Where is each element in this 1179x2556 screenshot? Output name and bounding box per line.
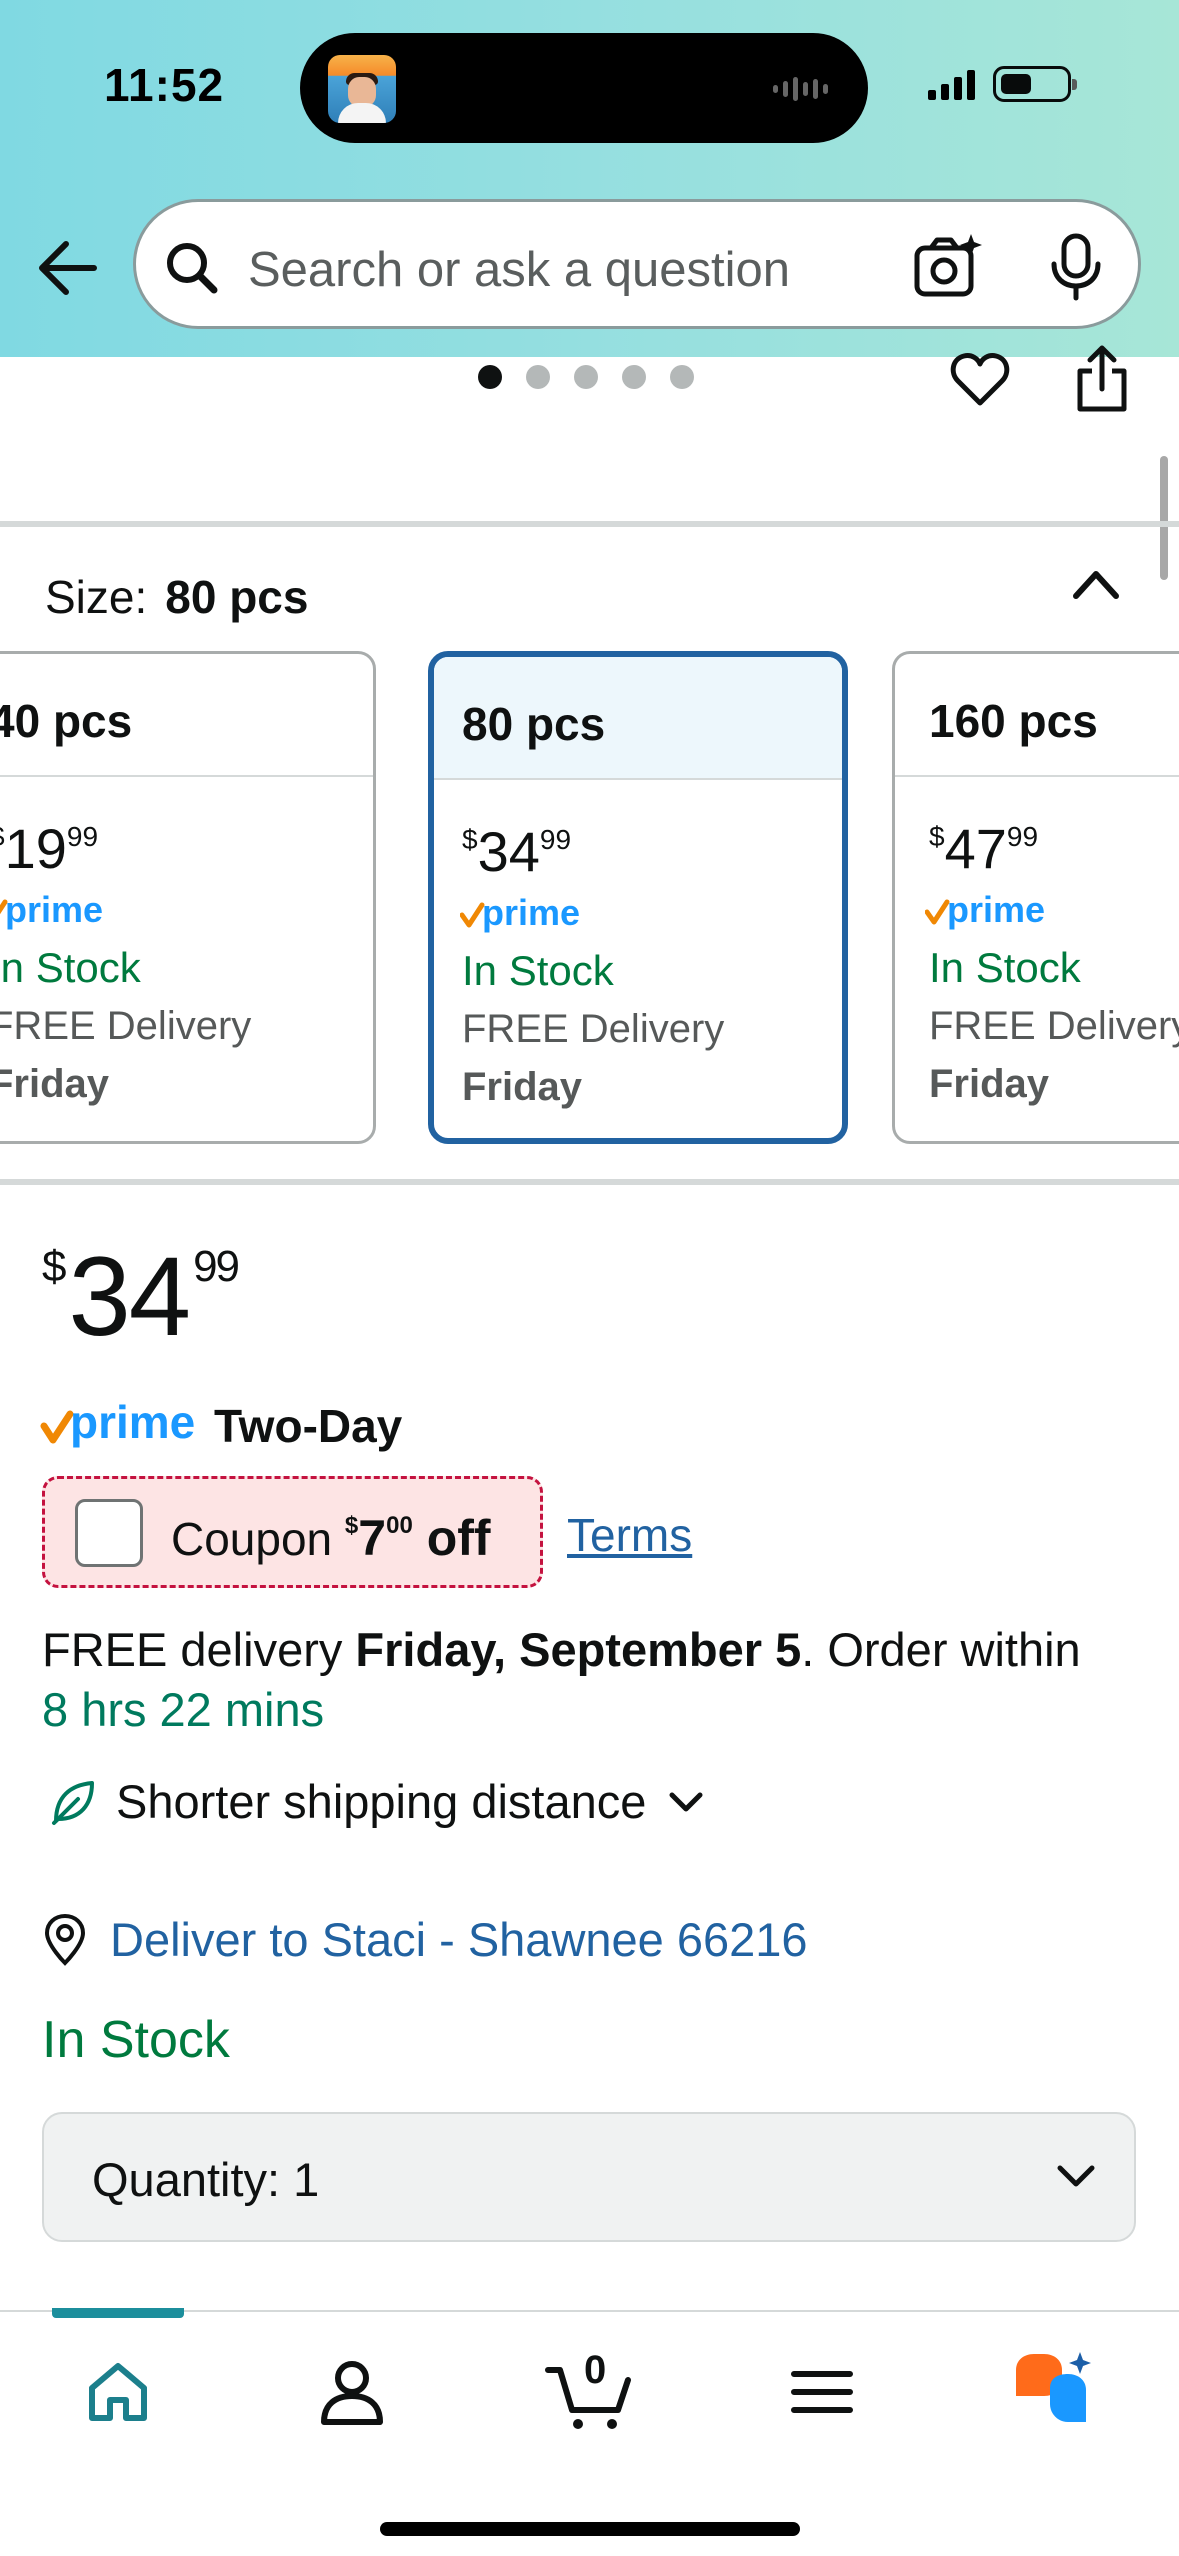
availability: In Stock	[462, 947, 614, 994]
coupon-checkbox[interactable]	[75, 1499, 143, 1567]
shipping-distance-toggle[interactable]: Shorter shipping distance	[48, 1774, 706, 1829]
location-pin-icon	[44, 1913, 86, 1966]
cellular-signal-icon	[928, 68, 975, 100]
size-selector-label: Size: 80 pcs	[45, 570, 308, 624]
chevron-down-icon	[669, 1792, 703, 1811]
svg-text:prime: prime	[947, 890, 1045, 930]
svg-text:prime: prime	[482, 893, 580, 933]
nav-active-indicator	[52, 2308, 184, 2318]
carousel-dot[interactable]	[574, 365, 598, 389]
availability-status: In Stock	[42, 2011, 230, 2069]
prime-logo: prime	[924, 889, 1045, 939]
quantity-value: 1	[293, 2153, 320, 2206]
carousel-dot[interactable]	[526, 365, 550, 389]
account-icon[interactable]	[316, 2356, 388, 2428]
deliver-to-link[interactable]: Deliver to Staci - Shawnee 66216	[42, 1912, 808, 1967]
prime-two-day-badge: prime Two-Day	[40, 1398, 402, 1454]
svg-text:prime: prime	[70, 1398, 195, 1448]
back-arrow-icon[interactable]	[36, 238, 98, 298]
delivery-day: Friday	[0, 1062, 110, 1106]
dynamic-island[interactable]	[300, 33, 868, 143]
chevron-down-icon	[1057, 2165, 1095, 2187]
prime-logo: prime	[0, 889, 103, 939]
heart-icon[interactable]	[948, 347, 1012, 411]
delivery-day: Friday	[462, 1065, 583, 1109]
coupon-terms-link[interactable]: Terms	[567, 1508, 692, 1562]
coupon-text: Coupon $700 off	[171, 1510, 491, 1566]
price-currency: $	[42, 1242, 67, 1291]
size-option-price: $3499	[462, 820, 572, 883]
cart-count-badge: 0	[584, 2348, 607, 2392]
share-icon[interactable]	[1070, 345, 1134, 415]
size-option-label: 40 pcs	[0, 654, 373, 777]
delivery-text: FREE Delivery	[0, 1004, 252, 1048]
header: 11:52 Search or ask a question	[0, 0, 1179, 357]
camera-search-icon[interactable]	[913, 232, 983, 302]
home-indicator[interactable]	[380, 2522, 800, 2536]
deliver-to-text[interactable]: Deliver to Staci - Shawnee 66216	[110, 1912, 808, 1967]
coupon-box[interactable]: Coupon $700 off	[42, 1476, 543, 1588]
shipping-speed: Two-Day	[214, 1400, 403, 1452]
search-input[interactable]: Search or ask a question	[248, 242, 790, 298]
product-price: $3499	[42, 1232, 240, 1361]
order-countdown: 8 hrs 22 mins	[42, 1683, 325, 1736]
chevron-up-icon[interactable]	[1068, 562, 1124, 606]
svg-text:prime: prime	[5, 890, 103, 930]
audio-waveform-icon	[773, 75, 828, 103]
prime-logo: prime	[459, 892, 580, 942]
price-cents: 99	[193, 1242, 240, 1291]
size-option-card-selected[interactable]: 80 pcs $3499 prime In Stock FREE Deliver…	[428, 651, 848, 1144]
search-icon	[167, 243, 218, 294]
rufus-assistant-icon[interactable]	[1010, 2348, 1096, 2434]
carousel-dot[interactable]	[478, 365, 502, 389]
size-option-price: $4799	[929, 817, 1039, 880]
image-carousel-dots[interactable]	[478, 365, 694, 389]
quantity-label: Quantity: 1	[92, 2153, 320, 2206]
status-indicators	[928, 66, 1077, 102]
size-label-text: Size:	[45, 571, 148, 623]
status-time: 11:52	[104, 59, 225, 111]
delivery-text: FREE Delivery	[462, 1007, 725, 1051]
size-option-label: 80 pcs	[434, 657, 842, 780]
quantity-select[interactable]: Quantity: 1	[42, 2112, 1136, 2242]
home-icon[interactable]	[82, 2356, 154, 2428]
now-playing-thumbnail-icon	[328, 55, 396, 123]
delivery-day: Friday	[929, 1062, 1050, 1106]
size-option-label: 160 pcs	[895, 654, 1179, 777]
menu-icon[interactable]	[786, 2356, 858, 2428]
size-option-card[interactable]: 40 pcs $1999 prime In Stock FREE Deliver…	[0, 651, 376, 1144]
prime-logo: prime	[40, 1398, 195, 1448]
bottom-nav: 0	[0, 2308, 1179, 2556]
shipping-note-text: Shorter shipping distance	[116, 1775, 647, 1828]
divider	[0, 521, 1179, 527]
search-bar[interactable]: Search or ask a question	[133, 199, 1141, 329]
microphone-icon[interactable]	[1046, 232, 1106, 302]
availability: In Stock	[929, 944, 1081, 991]
carousel-dot[interactable]	[622, 365, 646, 389]
size-selected-value: 80 pcs	[165, 571, 309, 623]
leaf-icon	[52, 1780, 94, 1825]
scrollbar[interactable]	[1160, 456, 1168, 580]
availability: In Stock	[0, 944, 141, 991]
price-dollars: 34	[68, 1234, 191, 1359]
size-option-price: $1999	[0, 817, 99, 880]
delivery-message: FREE delivery Friday, September 5. Order…	[42, 1623, 1081, 1736]
size-option-card[interactable]: 160 pcs $4799 prime In Stock FREE Delive…	[892, 651, 1179, 1144]
delivery-text: FREE Delivery	[929, 1004, 1179, 1048]
battery-icon	[993, 66, 1077, 102]
divider	[0, 1179, 1179, 1185]
carousel-dot[interactable]	[670, 365, 694, 389]
